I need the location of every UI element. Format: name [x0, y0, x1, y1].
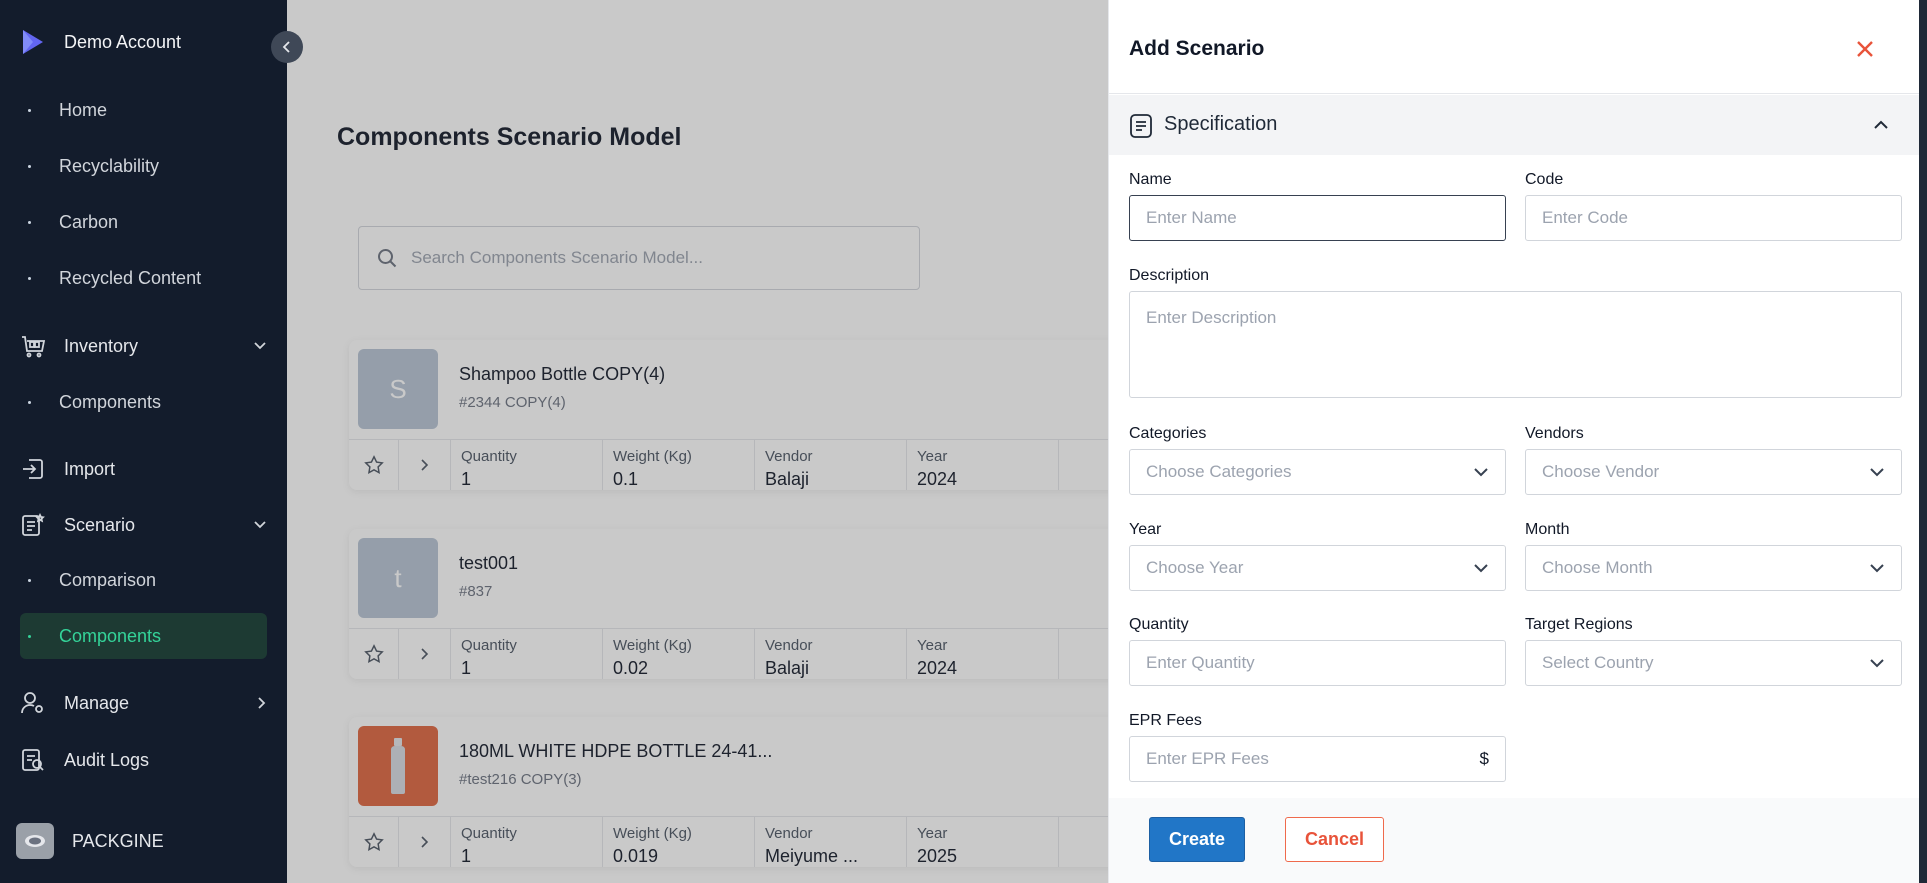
audit-log-icon: [22, 749, 44, 771]
bullet-icon: [28, 277, 31, 280]
import-icon: [23, 459, 43, 479]
quantity-label: Quantity: [1129, 616, 1189, 633]
epr-fees-field[interactable]: Enter EPR Fees $: [1129, 736, 1506, 782]
sidebar-item-scenario-components[interactable]: Components: [20, 613, 267, 659]
chevron-left-icon: [282, 41, 290, 53]
logo-icon: [23, 30, 43, 54]
year-label: Year: [1129, 521, 1162, 538]
sidebar-item-inventory[interactable]: Inventory: [20, 333, 267, 359]
sidebar-item-home[interactable]: Home: [28, 100, 107, 121]
chevron-right-icon: [258, 697, 266, 709]
epr-fees-label: EPR Fees: [1129, 712, 1202, 729]
sidebar-item-label: Components: [59, 392, 162, 412]
month-label: Month: [1525, 521, 1570, 538]
app-brand-name: PACKGINE: [72, 830, 164, 851]
sidebar-item-label: Inventory: [64, 335, 139, 356]
name-label: Name: [1129, 171, 1172, 188]
sidebar-item-label: Comparison: [59, 570, 157, 590]
year-placeholder: Choose Year: [1146, 558, 1244, 577]
account-name: Demo Account: [64, 31, 182, 52]
bullet-icon: [28, 221, 31, 224]
scrollbar[interactable]: [1919, 0, 1927, 883]
drawer-header: Add Scenario: [1109, 0, 1920, 94]
sidebar-item-import[interactable]: Import: [20, 456, 267, 482]
app-brand: PACKGINE: [16, 823, 164, 859]
categories-placeholder: Choose Categories: [1146, 462, 1292, 481]
create-button[interactable]: Create: [1149, 817, 1245, 862]
sidebar-item-label: Carbon: [59, 212, 119, 232]
description-field[interactable]: Enter Description: [1129, 291, 1902, 398]
bullet-icon: [28, 165, 31, 168]
target-regions-placeholder: Select Country: [1542, 653, 1654, 672]
bullet-icon: [28, 401, 31, 404]
currency-suffix: $: [1479, 749, 1489, 768]
code-field[interactable]: Enter Code: [1525, 195, 1902, 241]
account-switcher[interactable]: Demo Account: [20, 28, 181, 56]
sidebar-item-label: Manage: [64, 692, 130, 713]
add-scenario-drawer: Add Scenario Specification Name Enter Na…: [1108, 0, 1920, 883]
categories-label: Categories: [1129, 425, 1207, 442]
chevron-down-icon: [1474, 564, 1488, 573]
sidebar-item-label: Recyclability: [59, 156, 160, 176]
inventory-icon: [22, 336, 46, 358]
chevron-down-icon: [1870, 468, 1884, 477]
cancel-button[interactable]: Cancel: [1285, 817, 1384, 862]
sidebar-item-label: Recycled Content: [59, 268, 202, 288]
sidebar: Demo Account Home Recyclability Carbon R…: [0, 0, 287, 883]
chevron-down-icon: [254, 521, 266, 529]
sidebar-item-recyclability[interactable]: Recyclability: [28, 156, 159, 177]
sidebar-item-comparison[interactable]: Comparison: [28, 570, 156, 591]
code-label: Code: [1525, 171, 1564, 188]
sidebar-item-audit-logs[interactable]: Audit Logs: [20, 747, 267, 773]
sidebar-item-recycled-content[interactable]: Recycled Content: [28, 268, 201, 289]
sidebar-item-manage[interactable]: Manage: [20, 690, 267, 716]
sidebar-item-carbon[interactable]: Carbon: [28, 212, 118, 233]
sidebar-item-label: Home: [59, 100, 108, 120]
close-icon: [1857, 41, 1873, 57]
bullet-icon: [28, 109, 31, 112]
document-icon: [1129, 113, 1153, 144]
vendors-label: Vendors: [1525, 425, 1584, 442]
year-select[interactable]: Choose Year: [1129, 545, 1506, 591]
drawer-footer: Create Cancel: [1109, 798, 1920, 883]
vendors-select[interactable]: Choose Vendor: [1525, 449, 1902, 495]
chevron-down-icon: [1474, 468, 1488, 477]
sidebar-item-label: Components: [59, 625, 162, 646]
modal-backdrop[interactable]: [287, 0, 1108, 883]
sidebar-item-label: Scenario: [64, 514, 136, 535]
categories-select[interactable]: Choose Categories: [1129, 449, 1506, 495]
collapse-sidebar-button[interactable]: [271, 31, 303, 63]
sidebar-item-scenario[interactable]: Scenario: [20, 512, 267, 538]
sidebar-item-label: Import: [64, 458, 116, 479]
description-label: Description: [1129, 267, 1210, 284]
target-regions-label: Target Regions: [1525, 616, 1633, 633]
name-field[interactable]: Enter Name: [1129, 195, 1506, 241]
month-placeholder: Choose Month: [1542, 558, 1653, 577]
chevron-up-icon[interactable]: [1873, 117, 1889, 135]
drawer-title: Add Scenario: [1129, 37, 1265, 60]
close-button[interactable]: [1852, 36, 1878, 62]
vendors-placeholder: Choose Vendor: [1542, 462, 1660, 481]
section-title: Specification: [1164, 113, 1278, 135]
target-regions-select[interactable]: Select Country: [1525, 640, 1902, 686]
specification-section-header[interactable]: Specification: [1109, 95, 1920, 155]
bullet-icon: [28, 579, 31, 582]
chevron-down-icon: [1870, 564, 1884, 573]
bullet-icon: [28, 634, 31, 638]
quantity-field[interactable]: Enter Quantity: [1129, 640, 1506, 686]
user-gear-icon: [21, 692, 43, 714]
month-select[interactable]: Choose Month: [1525, 545, 1902, 591]
scenario-icon: [22, 512, 45, 536]
packgine-logo-icon: [16, 823, 54, 859]
chevron-down-icon: [254, 342, 266, 350]
sidebar-item-inventory-components[interactable]: Components: [28, 392, 161, 413]
chevron-down-icon: [1870, 659, 1884, 668]
sidebar-item-label: Audit Logs: [64, 749, 150, 770]
epr-fees-placeholder: Enter EPR Fees: [1146, 749, 1269, 768]
